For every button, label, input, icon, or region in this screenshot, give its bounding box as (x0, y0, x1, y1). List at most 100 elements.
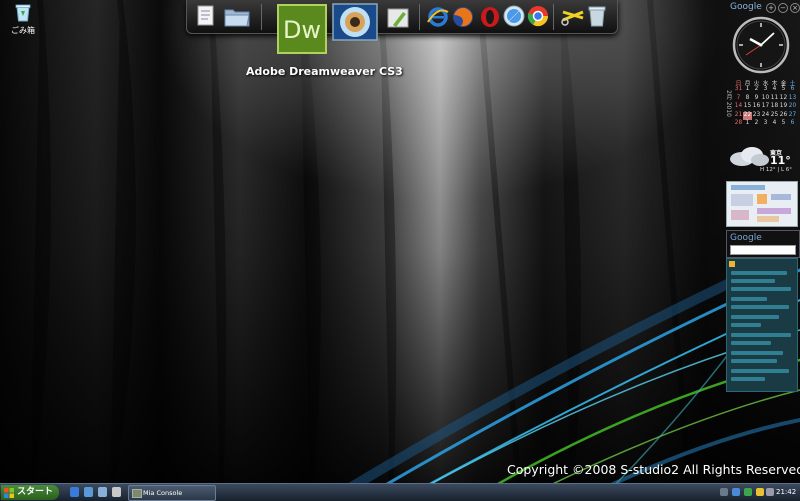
calendar-day[interactable]: 4 (770, 86, 779, 94)
calendar-day[interactable]: 16 (752, 103, 761, 111)
blurred-text (731, 297, 767, 301)
sidebar-add-button[interactable]: + (766, 3, 776, 13)
dock-item-ie[interactable] (427, 6, 449, 32)
calendar-day[interactable]: 12 (779, 95, 788, 103)
blurred-block (757, 216, 779, 222)
calendar-day[interactable]: 1 (743, 86, 752, 94)
dock-item-photo-viewer[interactable] (331, 2, 379, 46)
tray-bluetooth-icon[interactable] (732, 488, 740, 496)
calendar-day[interactable]: 1 (743, 120, 752, 128)
calendar-day[interactable]: 2 (752, 120, 761, 128)
calendar-day[interactable]: 14 (734, 103, 743, 111)
calendar-day[interactable]: 9 (752, 95, 761, 103)
calendar-gadget[interactable]: 2月 2010 日月火水木金土 31 1 2 3 4 5 6 7 8 9 10 11 12 13 14 15 16… (724, 78, 800, 133)
calendar-day[interactable]: 17 (761, 103, 770, 111)
taskbar-item-mia-console[interactable]: Mia Console (128, 485, 216, 501)
blurred-text (731, 185, 765, 190)
calendar-weekday: 水 (762, 81, 769, 87)
calendar-day[interactable]: 2 (752, 86, 761, 94)
dock-item-chrome[interactable] (527, 5, 549, 31)
photo-viewer-icon (332, 3, 378, 41)
sidebar-close-button[interactable]: × (790, 3, 800, 13)
desktop-recycle-bin[interactable]: ごみ箱 (6, 2, 40, 36)
calendar-day[interactable]: 8 (743, 95, 752, 103)
blurred-text (731, 341, 771, 345)
dock-item-opera[interactable] (479, 5, 501, 33)
calendar-day[interactable]: 22 (743, 111, 752, 120)
sidebar-header: Google + − × (726, 2, 800, 13)
firefox-icon (453, 7, 473, 27)
calendar-day[interactable]: 7 (734, 95, 743, 103)
calendar-day[interactable]: 26 (779, 112, 788, 120)
dock-item-recycle-bin[interactable] (587, 4, 607, 32)
dock-item-folder[interactable] (223, 4, 251, 32)
dreamweaver-icon-text: Dw (283, 16, 321, 44)
calendar-day[interactable]: 18 (770, 103, 779, 111)
dock-separator (261, 4, 262, 30)
calendar-day[interactable]: 27 (788, 112, 797, 120)
sidebar-minus-button[interactable]: − (778, 3, 788, 13)
folder-icon (224, 9, 250, 27)
feed-gadget[interactable] (726, 258, 798, 392)
blurred-block (771, 194, 791, 200)
tray-security-icon[interactable] (744, 488, 752, 496)
calendar-day[interactable]: 10 (761, 95, 770, 103)
blurred-text (731, 271, 787, 275)
scissors-icon (561, 10, 584, 26)
calendar-day[interactable]: 20 (788, 103, 797, 111)
calendar-day[interactable]: 6 (788, 120, 797, 128)
blurred-block (731, 210, 749, 220)
calendar-day[interactable]: 24 (761, 112, 770, 120)
dock-item-pen-tool[interactable] (385, 6, 411, 34)
cloud-icon (730, 147, 769, 166)
blurred-text (731, 323, 761, 327)
calendar-month-label: 2月 2010 (725, 90, 732, 117)
tray-update-icon[interactable] (756, 488, 764, 496)
quicklaunch-desktop-icon[interactable] (84, 487, 93, 497)
quicklaunch-window-icon[interactable] (98, 487, 107, 497)
blurred-text (731, 377, 765, 381)
quicklaunch-media-icon[interactable] (112, 487, 121, 497)
blurred-text (731, 351, 783, 355)
calendar-day[interactable]: 3 (761, 120, 770, 128)
start-button[interactable]: スタート (1, 485, 59, 500)
weather-range: H 12° | L 6° (760, 167, 793, 173)
calendar-day[interactable]: 15 (743, 103, 752, 111)
calendar-weekday: 火 (753, 81, 760, 87)
dock-item-notepad[interactable] (195, 4, 217, 32)
dock-item-firefox[interactable] (451, 5, 475, 33)
calendar-day[interactable]: 5 (779, 86, 788, 94)
weather-gadget[interactable]: 東京 11° H 12° | L 6° (726, 140, 798, 176)
calendar-day[interactable]: 3 (761, 86, 770, 94)
tray-network-icon[interactable] (720, 488, 728, 496)
google-gadget-logo: Google (730, 233, 762, 243)
calendar-day[interactable]: 13 (788, 95, 797, 103)
blurred-block (757, 208, 791, 214)
calendar-day[interactable]: 4 (770, 120, 779, 128)
calendar-day[interactable]: 6 (788, 86, 797, 94)
calendar-day[interactable]: 25 (770, 112, 779, 120)
tray-volume-icon[interactable] (766, 488, 774, 496)
quicklaunch-ie-icon[interactable] (70, 487, 79, 497)
taskbar-clock[interactable]: 21:42 (776, 484, 796, 501)
blurred-text (731, 369, 789, 373)
calendar-day[interactable]: 28 (734, 120, 743, 128)
dock-separator (419, 4, 420, 30)
dock-item-dreamweaver[interactable]: Dw (277, 4, 327, 58)
google-search-input[interactable] (730, 245, 796, 255)
dock-separator (553, 4, 554, 30)
blurred-gadget[interactable] (726, 181, 798, 227)
clock-gadget[interactable] (726, 15, 796, 75)
calendar-day[interactable]: 5 (779, 120, 788, 128)
weather-temperature: 11° (770, 154, 791, 167)
taskbar: スタート Mia Console 21:42 (0, 483, 800, 501)
calendar-day[interactable]: 11 (770, 95, 779, 103)
blurred-text (731, 315, 779, 319)
calendar-day[interactable]: 21 (734, 112, 743, 120)
calendar-day[interactable]: 19 (779, 103, 788, 111)
recycle-bin-icon (588, 6, 606, 27)
dock-item-scissors[interactable] (561, 4, 585, 32)
calendar-day[interactable]: 31 (734, 86, 743, 94)
dock-item-safari[interactable] (503, 5, 525, 31)
calendar-day[interactable]: 23 (752, 112, 761, 120)
